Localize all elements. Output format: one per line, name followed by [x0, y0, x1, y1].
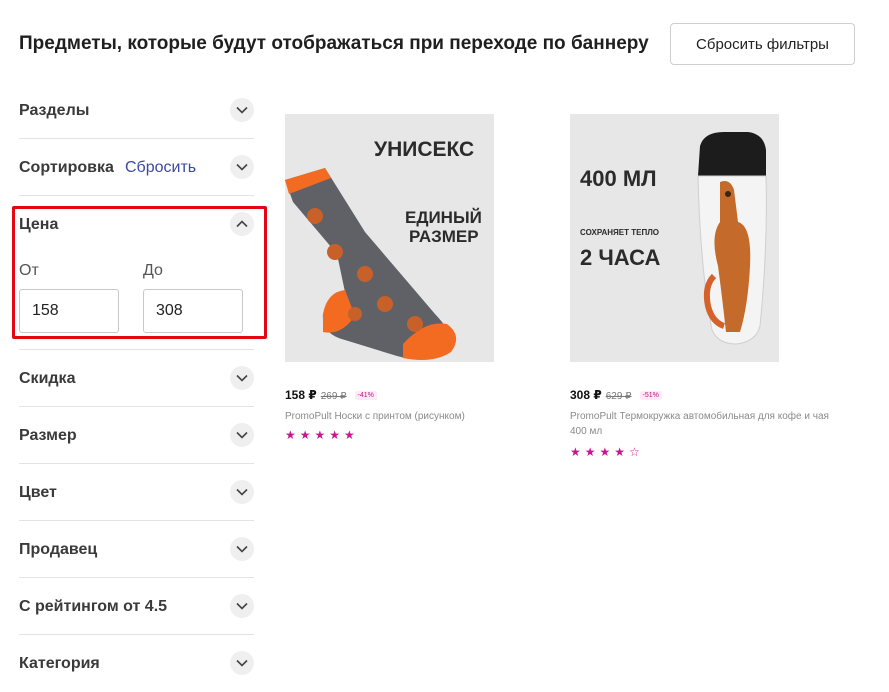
filter-section-reyting[interactable]: С рейтингом от 4.5 — [19, 578, 254, 635]
product-price-line: 158 ₽269 ₽ -41% — [285, 388, 377, 402]
chevron-down-icon[interactable] — [230, 423, 254, 447]
chevron-down-icon[interactable] — [230, 98, 254, 122]
filter-label: Размер — [19, 427, 77, 444]
product-image-socks[interactable]: УНИСЕКС ЕДИНЫЙ РАЗМЕР — [285, 114, 494, 362]
filter-section-razdely[interactable]: Разделы — [19, 82, 254, 139]
page-title: Предметы, которые будут отображаться при… — [19, 33, 649, 54]
discount-badge: -41% — [354, 391, 377, 400]
image-text-volume: 400 МЛ — [580, 166, 657, 191]
chevron-down-icon[interactable] — [230, 155, 254, 179]
filter-label: Цвет — [19, 484, 57, 501]
product-image-thermomug[interactable]: 400 МЛ СОХРАНЯЕТ ТЕПЛО 2 ЧАСА — [570, 114, 779, 362]
reset-filters-button[interactable]: Сбросить фильтры — [670, 23, 855, 65]
chevron-down-icon[interactable] — [230, 366, 254, 390]
filter-label: Категория — [19, 655, 100, 672]
price-highlight-frame — [12, 206, 267, 339]
chevron-down-icon[interactable] — [230, 594, 254, 618]
product-old-price: 629 ₽ — [605, 391, 632, 402]
filter-section-sortirovka[interactable]: Сортировка Сбросить — [19, 139, 254, 196]
filter-label: Разделы — [19, 102, 90, 119]
filter-label: Продавец — [19, 541, 98, 558]
thermomug-illustration — [697, 132, 767, 345]
product-price: 158 ₽ — [285, 388, 317, 402]
product-price: 308 ₽ — [570, 388, 602, 402]
product-old-price: 269 ₽ — [320, 391, 347, 402]
chevron-down-icon[interactable] — [230, 651, 254, 675]
chevron-down-icon[interactable] — [230, 480, 254, 504]
star-icon: ★★★★☆ — [570, 445, 644, 459]
filter-label: Скидка — [19, 370, 76, 387]
filter-section-cvet[interactable]: Цвет — [19, 464, 254, 521]
filter-section-prodavec[interactable]: Продавец — [19, 521, 254, 578]
product-price-line: 308 ₽629 ₽ -51% — [570, 388, 662, 402]
image-text-keeps-warm: СОХРАНЯЕТ ТЕПЛО — [580, 228, 660, 237]
product-name[interactable]: PromoPult Термокружка автомобильная для … — [570, 409, 835, 439]
filter-label: Сортировка — [19, 159, 114, 176]
sort-reset-link[interactable]: Сбросить — [125, 159, 196, 177]
discount-badge: -51% — [639, 391, 662, 400]
chevron-down-icon[interactable] — [230, 537, 254, 561]
product-name[interactable]: PromoPult Носки с принтом (рисунком) — [285, 409, 485, 424]
filter-section-razmer[interactable]: Размер — [19, 407, 254, 464]
filter-section-kategoriya[interactable]: Категория — [19, 635, 254, 692]
sock-illustration — [285, 168, 457, 360]
filter-section-skidka[interactable]: Скидка — [19, 350, 254, 407]
image-text-unisex: УНИСЕКС — [374, 138, 475, 161]
image-text-hours: 2 ЧАСА — [580, 245, 661, 270]
star-icon: ★★★★★ — [285, 428, 359, 442]
filter-label: С рейтингом от 4.5 — [19, 598, 168, 615]
